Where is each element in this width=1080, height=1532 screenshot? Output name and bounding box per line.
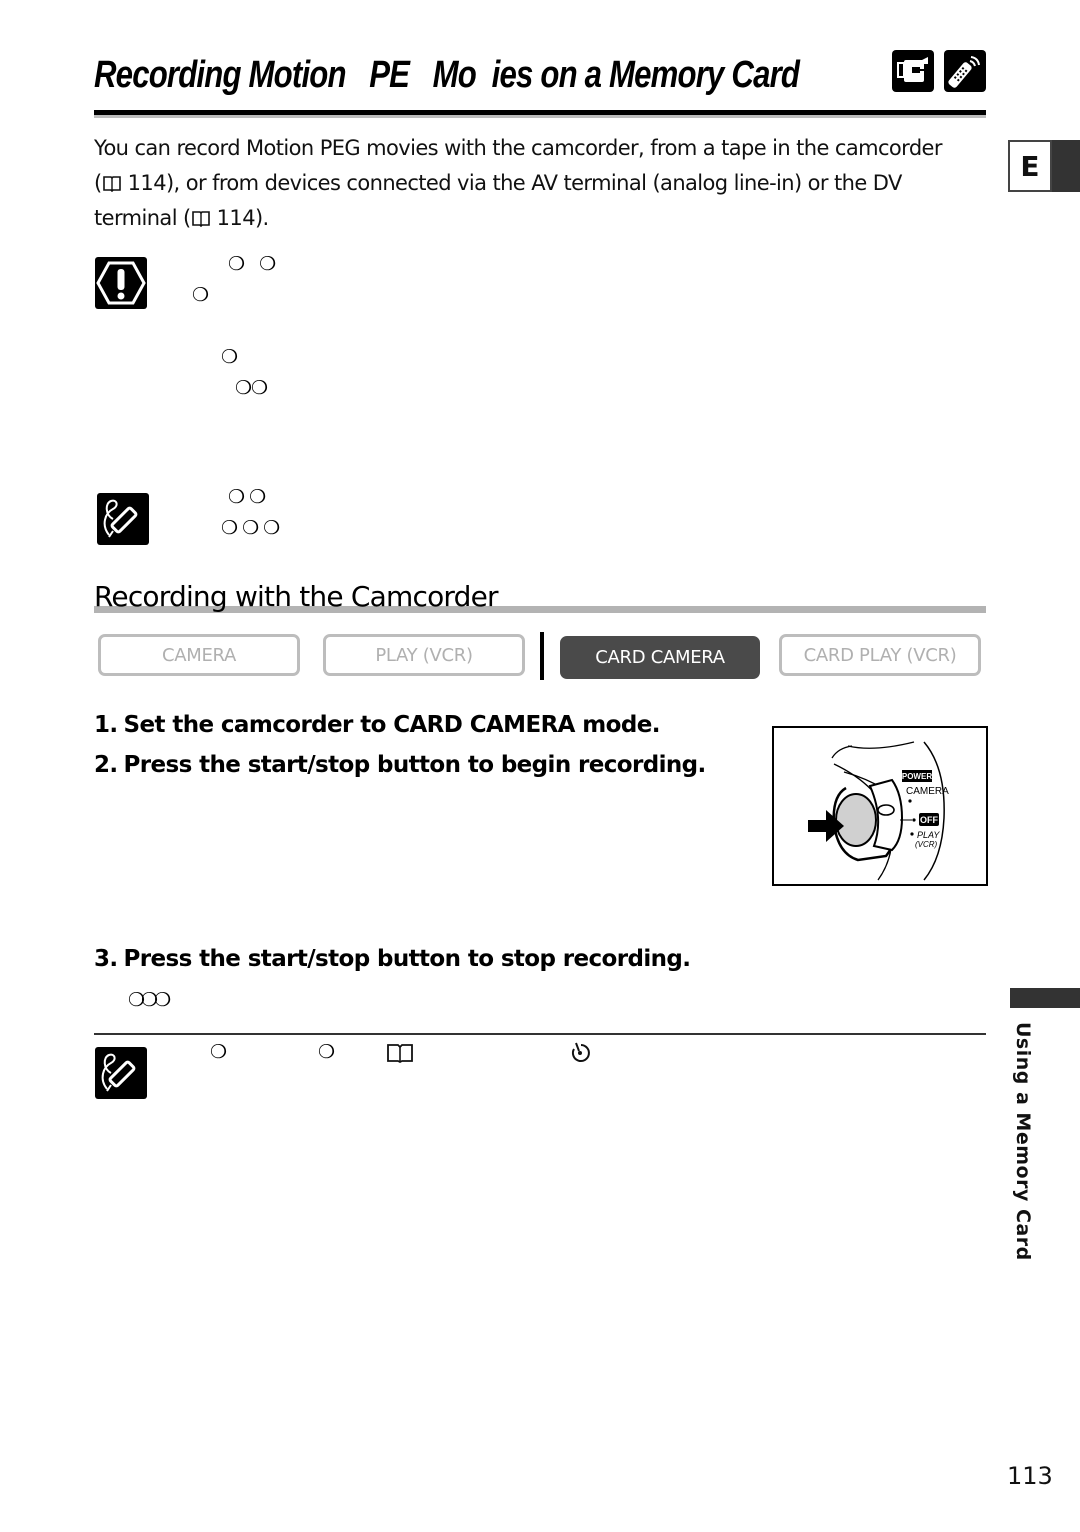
step-2: 2. Press the start/stop button to begin r… (94, 752, 706, 778)
language-tab: E (1008, 140, 1052, 192)
page-title: Recording Motion PE Mo ies on a Memory C… (94, 54, 800, 96)
page-ref[interactable]: 114 (217, 206, 256, 230)
step-1: 1. Set the camcorder to CARD CAMERA mode. (94, 712, 660, 738)
chapter-label: Using a Memory Card (1012, 1022, 1034, 1261)
title-icons (892, 50, 986, 92)
mode-card-camera: CARD CAMERA (560, 636, 760, 679)
glyph-row: ❍ ❍ ❍ (221, 517, 280, 539)
mode-card-play-vcr: CARD PLAY (VCR) (779, 634, 981, 676)
glyph: ❍ (318, 1041, 335, 1063)
page-ref[interactable]: 114 (128, 171, 167, 195)
glyph-row: ❍ ❍ (228, 253, 276, 275)
intro-line-2: ( 114), or from devices connected via th… (94, 171, 902, 195)
note-pencil-icon (97, 493, 149, 545)
camcorder-icon (892, 50, 934, 92)
page-number: 113 (1007, 1462, 1053, 1490)
intro-line-1: You can record Motion PEG movies with th… (94, 136, 943, 160)
glyph: ❍ (210, 1041, 227, 1063)
remote-control-icon (944, 50, 986, 92)
book-icon (191, 211, 210, 227)
title-rule-shadow (94, 115, 986, 118)
glyph-row: ❍ ❍ (228, 486, 266, 508)
book-icon (102, 176, 121, 192)
language-tab-fill (1052, 140, 1080, 192)
self-timer-icon (571, 1042, 590, 1062)
illus-label-play: PLAY (917, 830, 940, 840)
book-icon (387, 1044, 413, 1063)
note-divider (94, 1033, 986, 1035)
note-pencil-icon (95, 1047, 147, 1099)
glyph-row: ❍ (221, 346, 238, 368)
mode-divider (540, 632, 544, 680)
illus-label-vcr: (VCR) (915, 840, 938, 849)
caution-icon (95, 257, 147, 309)
illus-label-camera: CAMERA (906, 786, 949, 797)
intro-paragraph: You can record Motion PEG movies with th… (94, 131, 994, 236)
step-3: 3. Press the start/stop button to stop re… (94, 946, 691, 972)
mode-play-vcr: PLAY (VCR) (323, 634, 525, 676)
glyph-row: ❍❍ (235, 377, 268, 399)
chapter-tab (1010, 988, 1080, 1008)
intro-line-3: terminal ( 114). (94, 206, 269, 230)
mode-camera: CAMERA (98, 634, 300, 676)
illus-label-power: POWER (902, 772, 932, 781)
glyph-row: ❍ (192, 284, 209, 306)
section-heading: Recording with the Camcorder (94, 580, 499, 613)
glyph-row: ❍❍❍ (128, 989, 171, 1011)
power-switch-illustration: POWER CAMERA OFF PLAY (VCR) (772, 726, 988, 886)
illus-label-off: OFF (920, 815, 938, 825)
